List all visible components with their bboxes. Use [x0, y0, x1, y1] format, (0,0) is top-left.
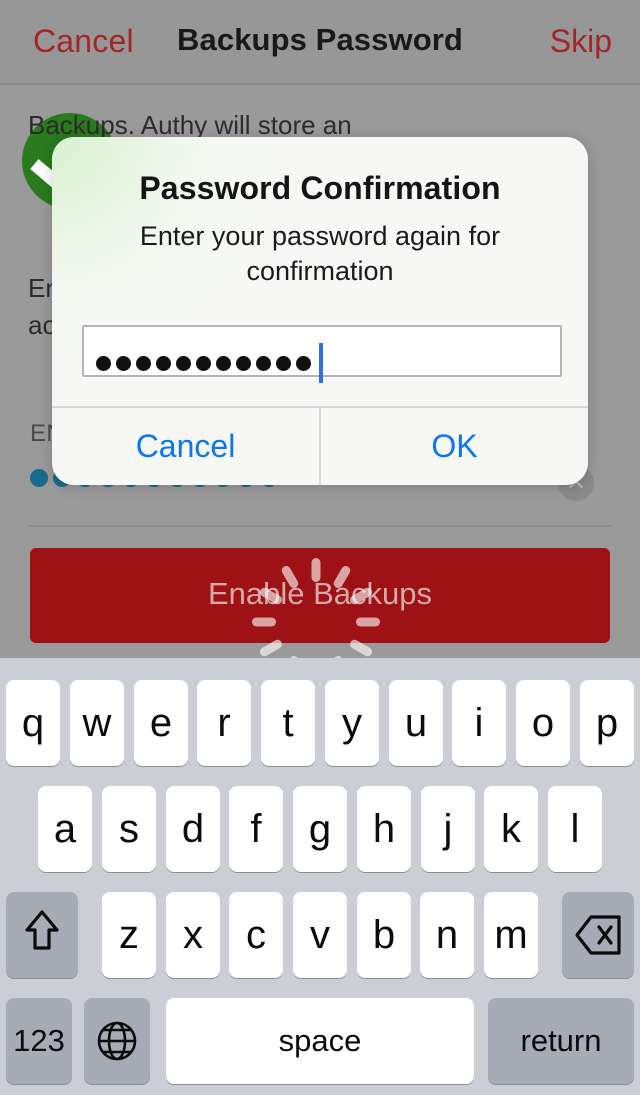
password-dot [116, 355, 131, 371]
globe-key[interactable] [84, 998, 150, 1084]
password-dot [276, 355, 291, 371]
password-confirm-input[interactable] [82, 325, 562, 383]
password-dot [236, 355, 251, 371]
key-y[interactable]: y [325, 680, 379, 766]
key-k[interactable]: k [484, 786, 538, 872]
text-caret [319, 343, 323, 383]
spinner-blade [355, 617, 380, 626]
key-l[interactable]: l [548, 786, 602, 872]
key-n[interactable]: n [420, 892, 474, 978]
password-dot [96, 355, 111, 371]
password-dot [216, 355, 231, 371]
space-key[interactable]: space [166, 998, 474, 1084]
navigation-bar: Cancel Backups Password Skip [0, 0, 640, 85]
spinner-icon [251, 557, 380, 658]
return-key[interactable]: return [488, 998, 634, 1084]
dialog-ok-button[interactable]: OK [321, 408, 588, 485]
password-dot [176, 355, 191, 371]
key-p[interactable]: p [580, 680, 634, 766]
app-screen: Cancel Backups Password Skip Backups. Au… [0, 0, 640, 1095]
shift-key[interactable] [6, 892, 78, 978]
key-e[interactable]: e [134, 680, 188, 766]
key-t[interactable]: t [261, 680, 315, 766]
key-v[interactable]: v [293, 892, 347, 978]
key-u[interactable]: u [389, 680, 443, 766]
key-c[interactable]: c [229, 892, 283, 978]
numbers-key[interactable]: 123 [6, 998, 72, 1084]
password-dot [256, 355, 271, 371]
dialog-message: Enter your password again for confirmati… [139, 221, 501, 286]
spinner-blade [251, 617, 276, 626]
keyboard-row-4: 123 space return [0, 998, 640, 1084]
password-confirmation-dialog: Password Confirmation Enter your passwor… [52, 137, 588, 485]
keyboard-row-3: zxcvbnm [0, 892, 640, 978]
key-z[interactable]: z [102, 892, 156, 978]
key-g[interactable]: g [293, 786, 347, 872]
on-screen-keyboard: qwertyuiop asdfghjkl zxcvbnm 123 space ret… [0, 658, 640, 1095]
spinner-blade [331, 563, 352, 590]
spinner-blade [257, 637, 284, 658]
key-b[interactable]: b [357, 892, 411, 978]
password-confirm-dots [96, 343, 323, 383]
spinner-blade [279, 563, 300, 590]
keyboard-row-1: qwertyuiop [0, 680, 640, 766]
key-o[interactable]: o [516, 680, 570, 766]
dialog-title: Password Confirmation [139, 170, 501, 206]
keyboard-row-2: asdfghjkl [0, 786, 640, 872]
key-r[interactable]: r [197, 680, 251, 766]
enable-backups-button[interactable]: Enable Backups [30, 548, 610, 658]
key-w[interactable]: w [70, 680, 124, 766]
password-dot [296, 355, 311, 371]
key-s[interactable]: s [102, 786, 156, 872]
backspace-key[interactable] [562, 892, 634, 978]
key-m[interactable]: m [484, 892, 538, 978]
key-a[interactable]: a [38, 786, 92, 872]
key-x[interactable]: x [166, 892, 220, 978]
key-i[interactable]: i [452, 680, 506, 766]
key-q[interactable]: q [6, 680, 60, 766]
key-h[interactable]: h [357, 786, 411, 872]
key-d[interactable]: d [166, 786, 220, 872]
password-dot [30, 469, 48, 487]
spinner-blade [347, 637, 374, 658]
field-divider [28, 525, 612, 527]
dialog-cancel-button[interactable]: Cancel [52, 408, 319, 485]
page-title: Backups Password [177, 22, 463, 57]
key-j[interactable]: j [421, 786, 475, 872]
spinner-blade [311, 557, 320, 582]
password-dot [136, 355, 151, 371]
key-f[interactable]: f [229, 786, 283, 872]
password-dot [196, 355, 211, 371]
nav-skip-button[interactable]: Skip [550, 23, 612, 60]
password-dot [156, 355, 171, 371]
